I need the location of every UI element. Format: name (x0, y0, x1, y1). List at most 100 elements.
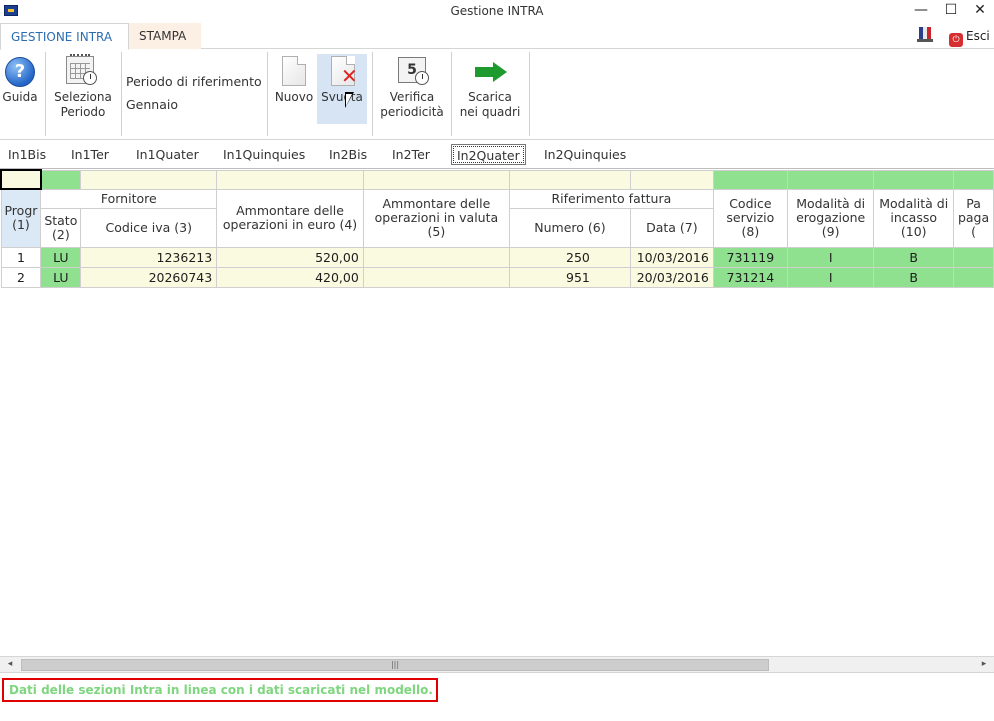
header-numero[interactable]: Numero (6) (508, 207, 631, 248)
cell-paese-pagamento[interactable] (953, 246, 994, 268)
cell-stato[interactable]: LU (40, 266, 82, 288)
esci-button[interactable]: ⏻ Esci (949, 27, 990, 47)
periodo-group: Periodo di riferimento Gennaio (126, 70, 262, 116)
filter-cell[interactable] (0, 169, 42, 190)
cell-modalita-erogazione[interactable]: I (786, 266, 875, 288)
cell-codice-servizio[interactable]: 731214 (712, 266, 788, 288)
periodicita-label: periodicità (380, 105, 444, 119)
ribbon-separator (451, 52, 452, 136)
clock-icon (83, 71, 97, 85)
cell-codice-iva[interactable]: 1236213 (80, 246, 218, 268)
svuota-button[interactable]: ✕ Svuota (317, 50, 367, 124)
periodo-riferimento-label: Periodo di riferimento (126, 74, 262, 89)
cell-numero[interactable]: 951 (508, 266, 631, 288)
header-stato[interactable]: Stato (2) (40, 207, 82, 248)
header-ammontare-valuta[interactable]: Ammontare delle operazioni in valuta (5) (362, 188, 510, 248)
minimize-button[interactable]: — (907, 0, 935, 20)
tab-in1quater[interactable]: In1Quater (131, 144, 204, 165)
header-row-group: Progr (1) Fornitore Ammontare delle operaz… (0, 188, 994, 248)
header-modalita-erogazione[interactable]: Modalità di erogazione (9) (786, 188, 875, 248)
cell-progr[interactable]: 1 (0, 246, 42, 268)
svuota-label: Svuota (321, 90, 363, 104)
filter-cell[interactable] (873, 169, 955, 190)
tab-in1quinquies[interactable]: In1Quinquies (218, 144, 310, 165)
power-icon: ⏻ (949, 33, 963, 47)
cell-ammontare-valuta[interactable] (362, 246, 510, 268)
filter-cell[interactable] (40, 169, 82, 190)
tab-in1bis[interactable]: In1Bis (3, 144, 51, 165)
scarica-nei-quadri-button[interactable]: Scarica nei quadri (455, 50, 525, 124)
filter-cell[interactable] (786, 169, 875, 190)
cell-ammontare-valuta[interactable] (362, 266, 510, 288)
tab-in2quater[interactable]: In2Quater (451, 144, 526, 165)
filter-cell[interactable] (508, 169, 631, 190)
tab-in2quinquies[interactable]: In2Quinquies (539, 144, 631, 165)
cell-stato[interactable]: LU (40, 246, 82, 268)
title-bar: Gestione INTRA — ☐ ✕ (0, 0, 994, 22)
header-progr[interactable]: Progr (1) (0, 188, 42, 248)
ribbon-separator (372, 52, 373, 136)
scroll-left-icon[interactable]: ◂ (2, 657, 18, 672)
filter-cell[interactable] (80, 169, 218, 190)
header-paese-pagamento[interactable]: Pa paga( (953, 188, 994, 248)
cell-data[interactable]: 20/03/2016 (629, 266, 714, 288)
header-codice-servizio[interactable]: Codice servizio (8) (712, 188, 788, 248)
section-tabs: In1Bis In1Ter In1Quater In1Quinquies In2… (0, 141, 994, 167)
scarica-label: Scarica (468, 90, 512, 104)
ribbon-separator (45, 52, 46, 136)
nuovo-label: Nuovo (274, 90, 314, 104)
tab-gestione-intra[interactable]: GESTIONE INTRA (0, 23, 129, 50)
tab-in1ter[interactable]: In1Ter (66, 144, 114, 165)
cell-paese-pagamento[interactable] (953, 266, 994, 288)
cell-modalita-erogazione[interactable]: I (786, 246, 875, 268)
header-ammontare-euro[interactable]: Ammontare delle operazioni in euro (4) (216, 188, 364, 248)
clock-icon (415, 71, 429, 85)
tab-in2ter[interactable]: In2Ter (387, 144, 435, 165)
export-arrow-icon (475, 62, 509, 82)
verifica-periodicita-button[interactable]: 5 Verifica periodicità (376, 50, 448, 124)
cell-progr[interactable]: 2 (0, 266, 42, 288)
tab-stampa[interactable]: STAMPA (129, 23, 201, 49)
cell-codice-servizio[interactable]: 731119 (712, 246, 788, 268)
filter-row (0, 169, 994, 190)
filter-cell[interactable] (362, 169, 510, 190)
status-message-box: Dati delle sezioni Intra in linea con i … (2, 678, 438, 702)
cell-numero[interactable]: 250 (508, 246, 631, 268)
horizontal-scrollbar[interactable]: ◂ ||| ▸ (0, 656, 994, 673)
nuovo-button[interactable]: Nuovo (272, 50, 316, 124)
help-icon: ? (5, 57, 35, 87)
flag-icon[interactable] (917, 27, 933, 43)
header-data[interactable]: Data (7) (629, 207, 714, 248)
cell-data[interactable]: 10/03/2016 (629, 246, 714, 268)
ribbon-separator (529, 52, 530, 136)
table-row[interactable]: 2 LU 20260743 420,00 951 20/03/2016 7312… (0, 266, 994, 288)
seleziona-label: Seleziona (54, 90, 112, 104)
filter-cell[interactable] (712, 169, 788, 190)
header-modalita-incasso[interactable]: Modalità di incasso (10) (873, 188, 955, 248)
table-row[interactable]: 1 LU 1236213 520,00 250 10/03/2016 73111… (0, 246, 994, 268)
header-codice-iva[interactable]: Codice iva (3) (80, 207, 218, 248)
esci-label: Esci (966, 29, 990, 43)
scroll-right-icon[interactable]: ▸ (976, 657, 992, 672)
verifica-label: Verifica (389, 90, 435, 104)
filter-cell[interactable] (629, 169, 714, 190)
maximize-button[interactable]: ☐ (937, 0, 965, 20)
ribbon-separator (121, 52, 122, 136)
nei-quadri-label: nei quadri (459, 105, 521, 119)
cell-codice-iva[interactable]: 20260743 (80, 266, 218, 288)
filter-cell[interactable] (216, 169, 364, 190)
cell-modalita-incasso[interactable]: B (873, 266, 955, 288)
filter-cell[interactable] (953, 169, 994, 190)
data-grid: Progr (1) Fornitore Ammontare delle operaz… (0, 168, 994, 655)
tab-in2bis[interactable]: In2Bis (324, 144, 372, 165)
scrollbar-thumb[interactable]: ||| (21, 659, 769, 671)
cell-ammontare-euro[interactable]: 420,00 (216, 266, 364, 288)
ribbon-tabs: GESTIONE INTRA STAMPA ⏻ Esci (0, 23, 994, 50)
close-button[interactable]: ✕ (966, 0, 994, 20)
guida-button[interactable]: ? Guida (0, 50, 40, 124)
seleziona-periodo-button[interactable]: Seleziona Periodo (50, 50, 116, 124)
ribbon-separator (267, 52, 268, 136)
cell-ammontare-euro[interactable]: 520,00 (216, 246, 364, 268)
periodo-label: Periodo (60, 105, 106, 119)
cell-modalita-incasso[interactable]: B (873, 246, 955, 268)
